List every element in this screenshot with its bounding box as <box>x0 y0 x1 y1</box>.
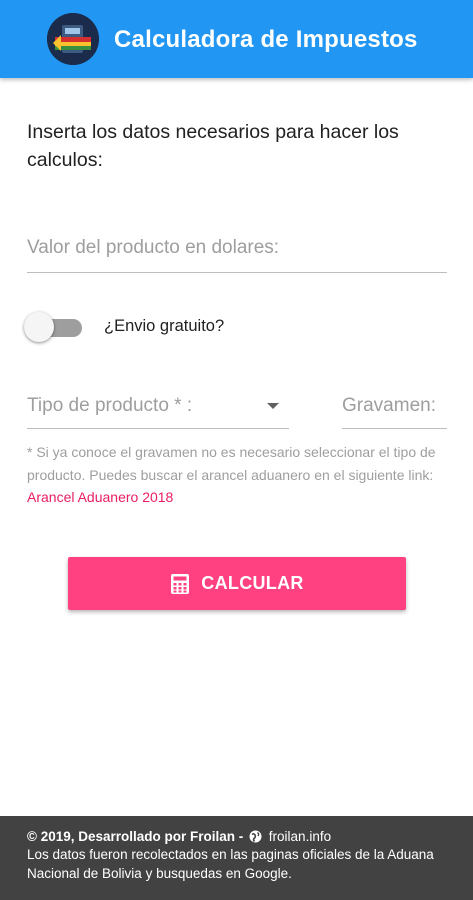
footer-credit: © 2019, Desarrollado por Froilan - <box>27 829 244 844</box>
gravamen-input[interactable] <box>342 385 447 427</box>
calculator-money-logo-icon <box>47 13 99 65</box>
dropdown-arrow-icon[interactable] <box>267 403 279 409</box>
envio-gratuito-label: ¿Envio gratuito? <box>104 317 225 335</box>
footer-note: Los datos fueron recolectados en las pag… <box>27 847 434 881</box>
valor-producto-field <box>27 225 447 273</box>
footer-credit-line: © 2019, Desarrollado por Froilan - froil… <box>27 827 446 846</box>
help-text-body: * Si ya conoce el gravamen no es necesar… <box>27 444 436 483</box>
gravamen-field <box>342 385 447 429</box>
valor-producto-input[interactable] <box>27 225 447 271</box>
footer: © 2019, Desarrollado por Froilan - froil… <box>0 816 473 900</box>
app-bar: Calculadora de Impuestos <box>0 0 473 78</box>
envio-gratuito-switch[interactable] <box>24 312 54 342</box>
tipo-producto-select[interactable]: Tipo de producto * : <box>27 385 289 429</box>
app-title: Calculadora de Impuestos <box>114 26 418 53</box>
envio-gratuito-row: ¿Envio gratuito? <box>24 310 324 344</box>
help-text: * Si ya conoce el gravamen no es necesar… <box>27 441 447 509</box>
intro-text: Inserta los datos necesarios para hacer … <box>27 121 399 171</box>
calcular-button-label: CALCULAR <box>201 573 304 593</box>
globe-icon <box>249 829 262 843</box>
arancel-aduanero-link[interactable]: Arancel Aduanero 2018 <box>27 489 173 505</box>
calcular-button[interactable]: CALCULAR <box>68 557 406 610</box>
footer-website-link[interactable]: froilan.info <box>269 829 331 844</box>
calculator-icon <box>170 573 190 595</box>
tipo-producto-placeholder: Tipo de producto * : <box>27 395 193 416</box>
